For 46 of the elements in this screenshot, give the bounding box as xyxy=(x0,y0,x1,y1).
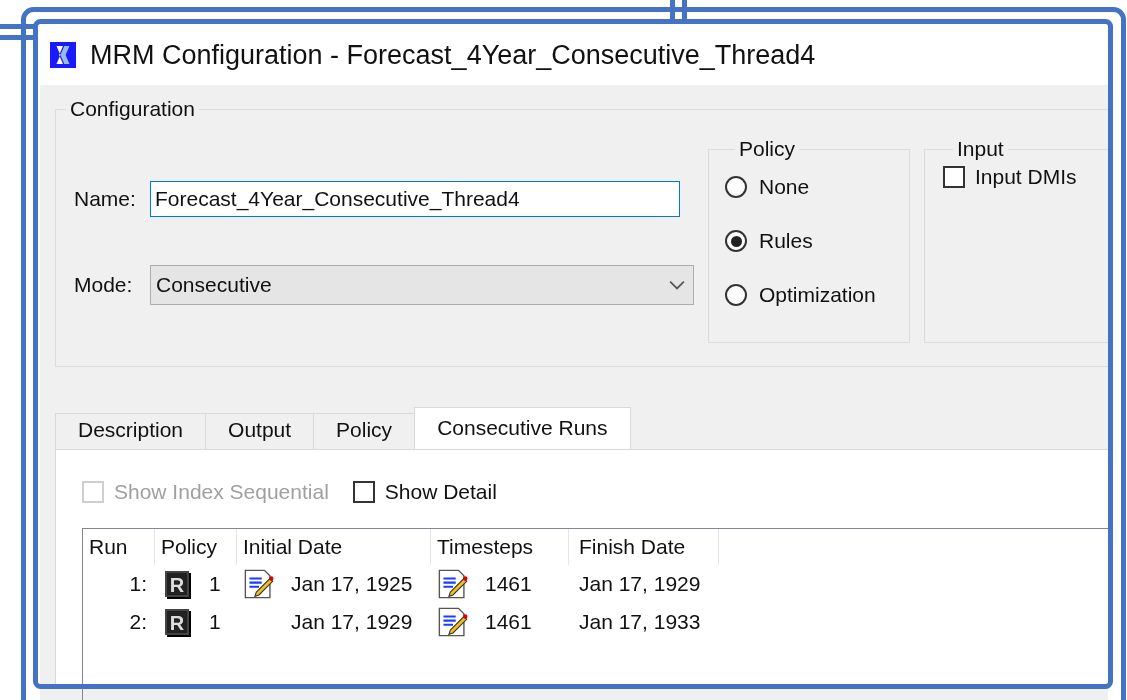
radio-label: None xyxy=(759,175,810,199)
field-label: Mode: xyxy=(74,273,134,297)
tab[interactable]: Consecutive Runs xyxy=(414,407,631,449)
radio-option[interactable]: Rules xyxy=(725,229,909,253)
group-title: Input xyxy=(956,137,1005,161)
checkbox[interactable] xyxy=(352,481,375,503)
group-title: Configuration xyxy=(69,97,196,121)
table-cell-text: 1: xyxy=(128,572,148,596)
tab[interactable]: Description xyxy=(55,413,207,449)
checkbox-label: Show Detail xyxy=(384,480,497,504)
checkbox-label: Show Index Sequential xyxy=(114,480,329,504)
radio-button[interactable] xyxy=(725,230,747,252)
column-header[interactable]: Run xyxy=(83,529,155,565)
radio-button[interactable] xyxy=(725,284,747,306)
radio-button[interactable] xyxy=(725,176,747,198)
table-cell-text: Jan 17, 1929 xyxy=(578,572,702,596)
column-header[interactable]: Timesteps xyxy=(431,529,569,565)
rules-icon: R xyxy=(165,609,189,635)
table-cell-text: 2: xyxy=(128,610,148,634)
edit-icon[interactable] xyxy=(243,569,275,599)
table-cell-text: Jan 17, 1933 xyxy=(578,610,702,634)
mode-dropdown[interactable]: Consecutive xyxy=(150,265,694,305)
table-cell: 1 xyxy=(209,572,221,596)
table-cell: 1 xyxy=(209,610,221,634)
group-title: Policy xyxy=(738,137,797,161)
column-header[interactable]: Initial Date xyxy=(237,529,431,565)
radio-option[interactable]: None xyxy=(725,175,909,199)
radio-option[interactable]: Optimization xyxy=(725,283,909,307)
name-field[interactable]: Forecast_4Year_Consecutive_Thread4 xyxy=(150,181,680,217)
checkbox-label: Input DMIs xyxy=(975,165,1077,189)
radio-label: Rules xyxy=(759,229,813,253)
column-header[interactable]: Finish Date xyxy=(569,529,719,565)
window-title: MRM Configuration - Forecast_4Year_Consecutive_Thread4 xyxy=(90,39,816,71)
edit-icon[interactable] xyxy=(437,569,469,599)
app-icon xyxy=(50,42,76,68)
table-cell: 1461 xyxy=(485,610,532,634)
table-cell: Jan 17, 1929 xyxy=(291,610,413,634)
table-cell: Jan 17, 1925 xyxy=(291,572,413,596)
caret-icon xyxy=(669,280,685,290)
checkbox[interactable] xyxy=(943,166,965,188)
column-header[interactable]: Policy xyxy=(155,529,237,565)
radio-label: Optimization xyxy=(759,283,876,307)
table-cell: 1461 xyxy=(485,572,532,596)
rules-icon: R xyxy=(165,571,189,597)
edit-icon[interactable] xyxy=(437,607,469,637)
field-label: Name: xyxy=(74,187,137,211)
